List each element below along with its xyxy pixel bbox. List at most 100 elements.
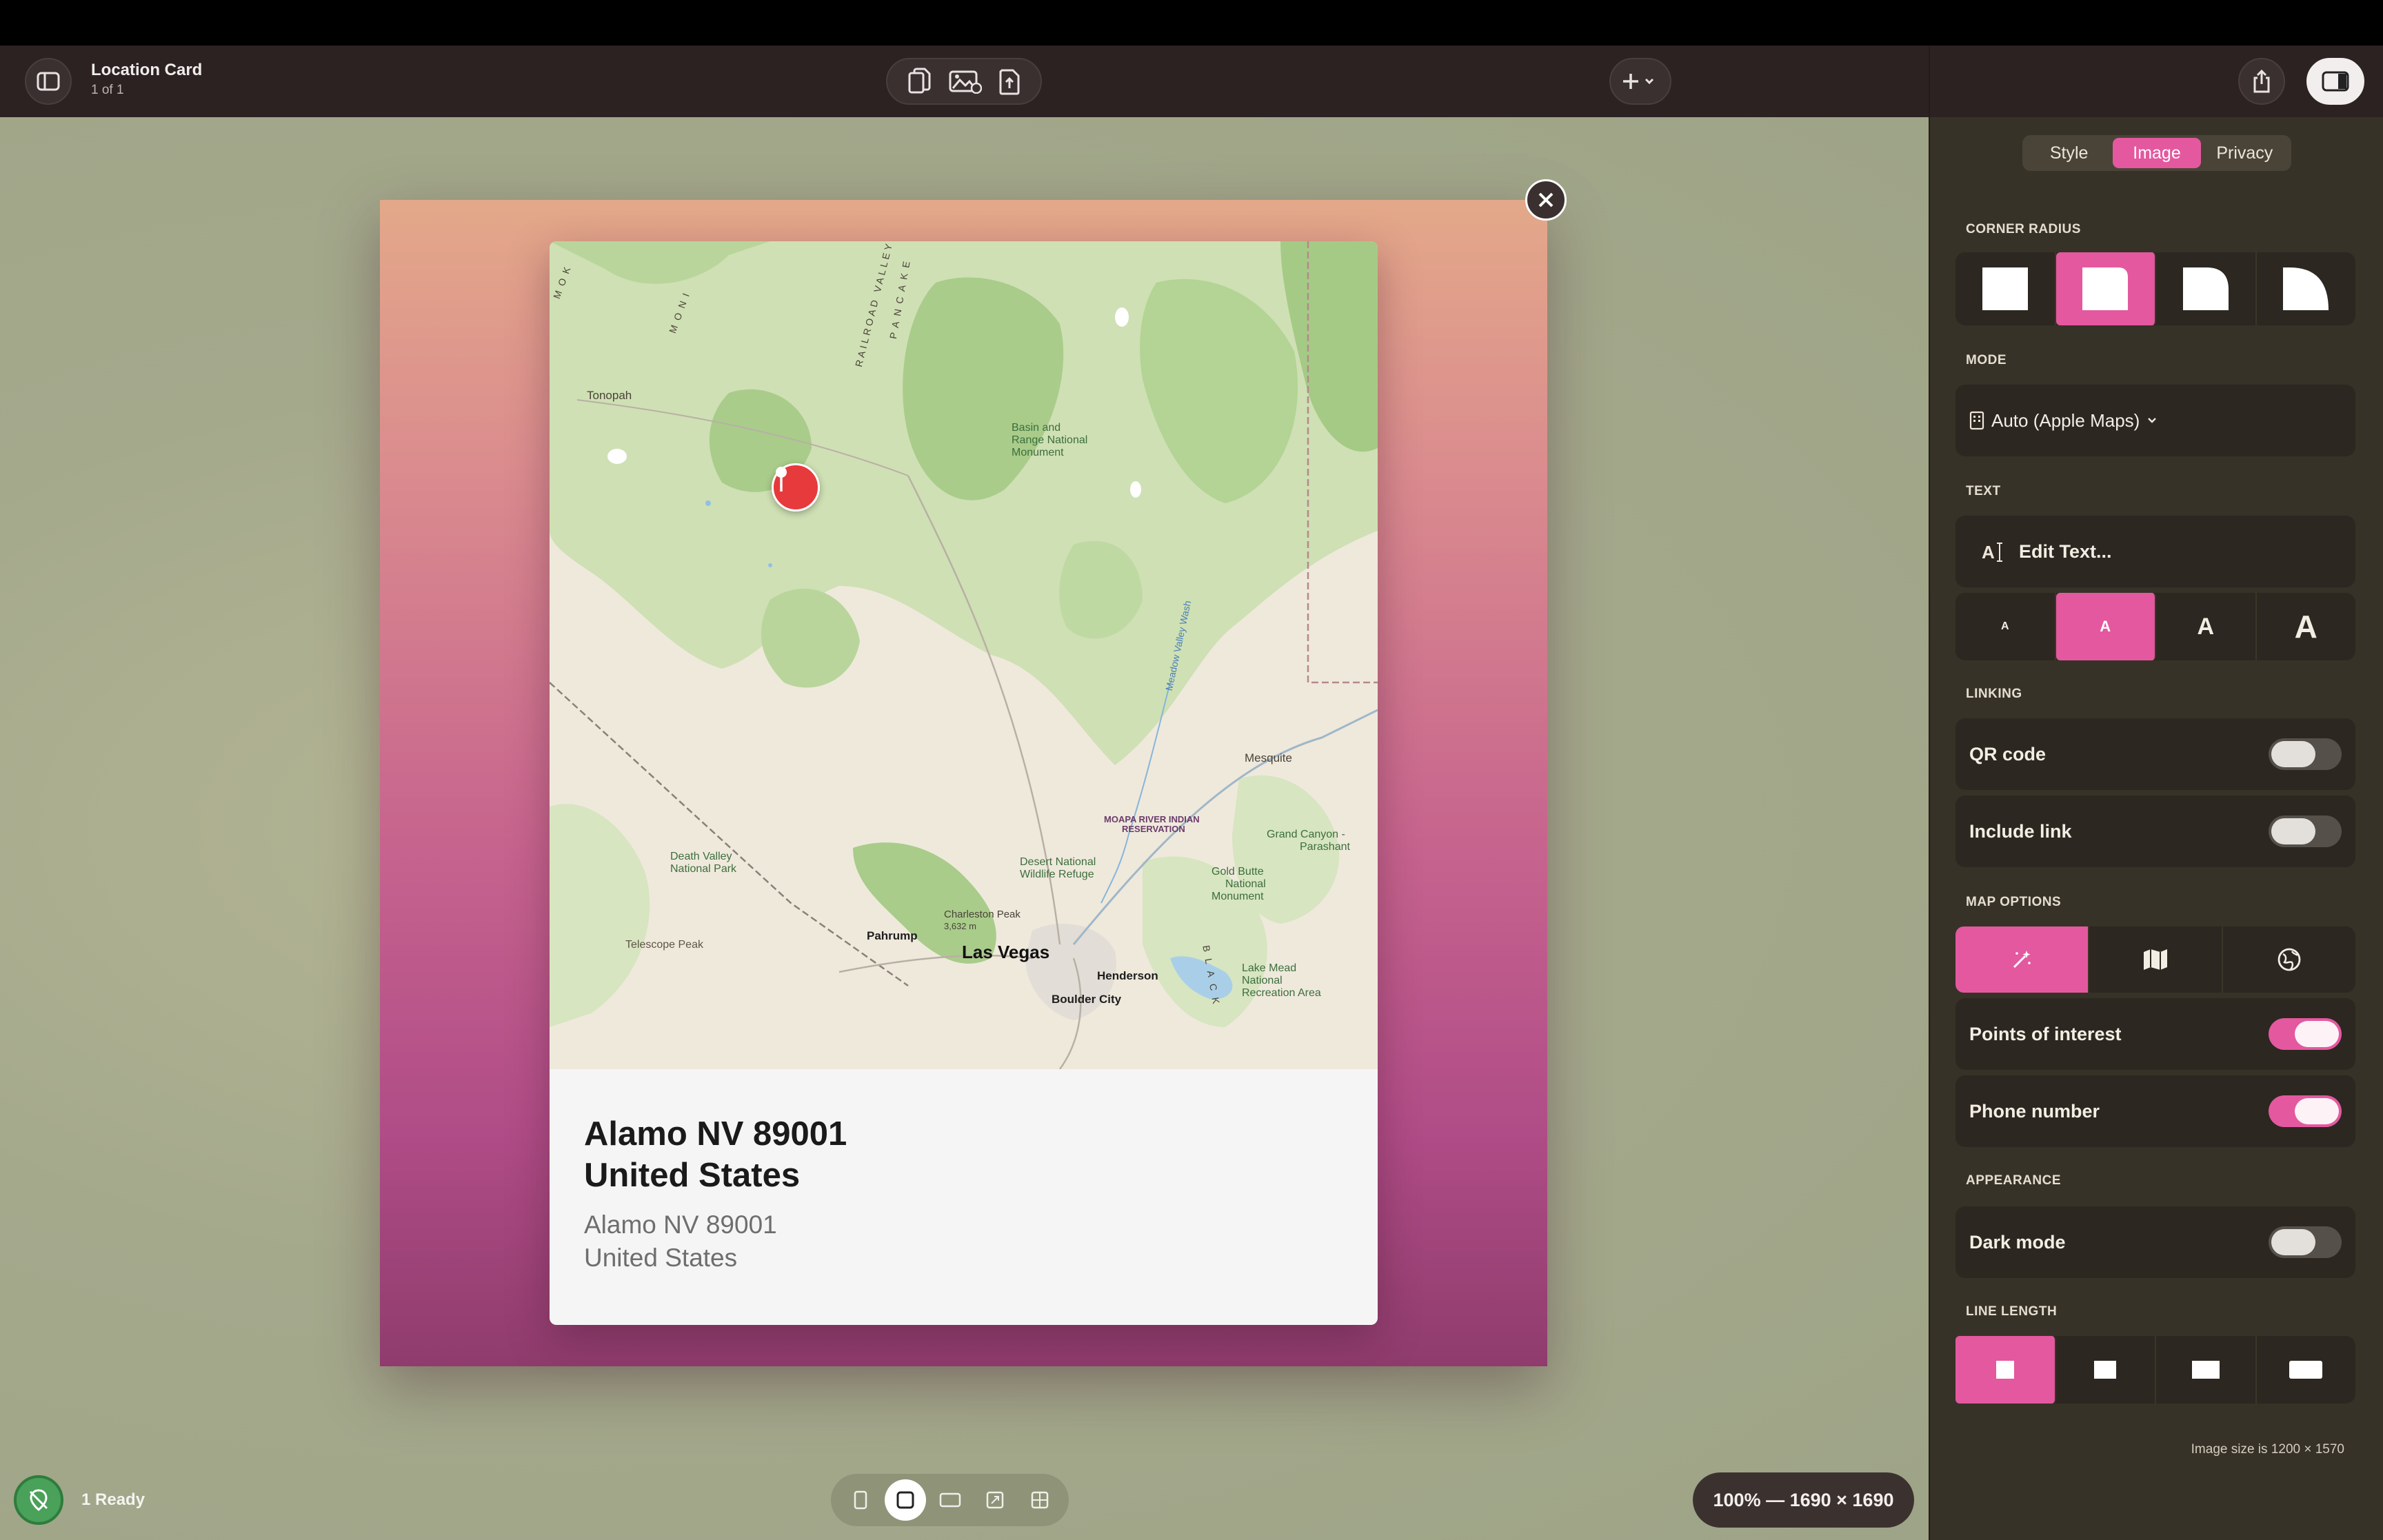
text-size-s[interactable]: A [2055, 593, 2156, 660]
map-icon [2144, 949, 2167, 970]
map-label-lake-mead-1: Lake Mead [1242, 962, 1297, 974]
map-label-tonopah: Tonopah [587, 389, 632, 402]
location-card: Tonopah Basin and Range National Monumen… [550, 241, 1378, 1325]
map-label-charleston-1: Charleston Peak [944, 909, 1020, 920]
map-options-label: MAP OPTIONS [1966, 895, 2062, 909]
map-label-desert-nwr-2: Wildlife Refuge [1020, 869, 1094, 880]
status-indicator[interactable] [14, 1475, 63, 1525]
points-of-interest-label: Points of interest [1969, 1023, 2122, 1044]
text-size-m[interactable]: A [2156, 593, 2257, 660]
corner-radius-panel [1955, 252, 2355, 325]
corner-radius-medium[interactable] [2156, 252, 2257, 325]
save-image-icon[interactable] [949, 69, 982, 94]
map-label-charleston-2: 3,632 m [944, 921, 976, 931]
share-document-icon[interactable] [999, 68, 1021, 95]
document-title-block: Location Card 1 of 1 [91, 61, 202, 98]
points-of-interest-toggle[interactable] [2269, 1018, 2342, 1050]
map-label-basin-range-2: Range National [1012, 434, 1088, 446]
line-length-extra-wide[interactable] [2257, 1336, 2356, 1404]
sidebar-right-icon [2322, 71, 2349, 92]
card-subtitle-line2: United States [584, 1244, 738, 1272]
aspect-fit-option[interactable] [974, 1479, 1016, 1521]
phone-number-toggle[interactable] [2269, 1095, 2342, 1127]
wide-rect-icon [2191, 1361, 2220, 1379]
toggle-sidebar-button[interactable] [25, 58, 72, 105]
line-length-wide[interactable] [2156, 1336, 2257, 1404]
aspect-landscape-option[interactable] [929, 1479, 971, 1521]
dark-mode-row: Dark mode [1955, 1206, 2355, 1278]
close-card-button[interactable] [1525, 179, 1567, 221]
export-group [886, 58, 1042, 105]
plus-chevron-icon [1623, 74, 1654, 89]
map-label-moapa-1: MOAPA RIVER INDIAN [1104, 814, 1200, 824]
zoom-indicator[interactable]: 100% — 1690 × 1690 [1693, 1472, 1914, 1528]
window-top-strip [0, 0, 2383, 45]
medium-rect-icon [2094, 1361, 2117, 1379]
mode-label: MODE [1966, 353, 2007, 367]
share-button[interactable] [2238, 58, 2285, 105]
aspect-square-option[interactable] [884, 1479, 926, 1521]
copy-document-icon[interactable] [907, 68, 932, 95]
toggle-inspector-button[interactable] [2306, 58, 2364, 105]
card-subtitle-line1: Alamo NV 89001 [584, 1210, 777, 1239]
map-style-satellite[interactable] [2223, 926, 2355, 993]
map-label-desert-nwr-1: Desert National [1020, 856, 1096, 868]
map-label-pahrump: Pahrump [867, 929, 918, 942]
qr-code-toggle[interactable] [2269, 738, 2342, 770]
aspect-portrait-option[interactable] [840, 1479, 881, 1521]
edit-text-button[interactable]: A Edit Text... [1955, 516, 2355, 587]
include-link-toggle[interactable] [2269, 815, 2342, 847]
image-size-text: Image size is 1200 × 1570 [2191, 1442, 2344, 1457]
document-title: Location Card [91, 61, 203, 79]
qr-code-label: QR code [1969, 743, 2047, 764]
tab-privacy[interactable]: Privacy [2201, 138, 2289, 168]
qr-code-row: QR code [1955, 718, 2355, 790]
line-length-label: LINE LENGTH [1966, 1304, 2058, 1319]
tab-style[interactable]: Style [2025, 138, 2113, 168]
text-size-l[interactable]: A [2257, 593, 2356, 660]
corner-radius-none[interactable] [1955, 252, 2056, 325]
line-length-medium[interactable] [2056, 1336, 2156, 1404]
map-style-auto[interactable] [1955, 926, 2089, 993]
text-size-panel: A A A A [1955, 593, 2355, 660]
text-cursor-icon: A [1982, 542, 2002, 563]
map-label-basin-range-3: Monument [1012, 447, 1064, 458]
sidebar-header [1930, 45, 2383, 117]
map-label-basin-range-1: Basin and [1012, 422, 1061, 434]
dark-mode-toggle[interactable] [2269, 1226, 2342, 1258]
points-of-interest-row: Points of interest [1955, 998, 2355, 1070]
rounded-corner-small-icon [2082, 267, 2129, 310]
map-label-lake-mead-3: Recreation Area [1242, 987, 1321, 999]
text-size-xs-glyph: A [2000, 620, 2009, 632]
tab-image[interactable]: Image [2113, 138, 2201, 168]
dark-mode-label: Dark mode [1969, 1231, 2066, 1253]
line-length-narrow[interactable] [1955, 1336, 2056, 1404]
mode-value: Auto (Apple Maps) [1991, 409, 2140, 431]
map-pin-icon [776, 467, 787, 492]
map-label-mesquite: Mesquite [1245, 751, 1292, 764]
grid-icon [1031, 1491, 1048, 1509]
text-size-xs[interactable]: A [1955, 593, 2056, 660]
aspect-grid-option[interactable] [1019, 1479, 1060, 1521]
map-style-standard[interactable] [2089, 926, 2223, 993]
map-label-death-valley-1: Death Valley [670, 851, 732, 862]
close-icon [1538, 192, 1554, 207]
location-off-icon [29, 1489, 48, 1511]
phone-number-row: Phone number [1955, 1075, 2355, 1147]
mode-panel[interactable]: Auto (Apple Maps) [1955, 385, 2355, 456]
map-view[interactable]: Tonopah Basin and Range National Monumen… [550, 241, 1378, 1069]
rounded-corner-large-icon [2283, 267, 2329, 310]
map-label-gold-butte-3: Monument [1211, 891, 1264, 902]
location-pin[interactable] [772, 463, 820, 511]
building-icon [1969, 411, 1984, 430]
status-text: 1 Ready [81, 1490, 145, 1509]
corner-radius-small[interactable] [2055, 252, 2156, 325]
add-button[interactable] [1609, 58, 1671, 105]
corner-radius-label: CORNER RADIUS [1966, 222, 2081, 236]
landscape-icon [939, 1492, 961, 1508]
inspector-sidebar: Style Image Privacy CORNER RADIUS MODE A… [1929, 45, 2383, 1540]
text-size-m-glyph: A [2197, 613, 2215, 640]
card-title-line2: United States [584, 1157, 801, 1194]
corner-radius-large[interactable] [2257, 252, 2356, 325]
map-label-henderson: Henderson [1097, 969, 1158, 982]
